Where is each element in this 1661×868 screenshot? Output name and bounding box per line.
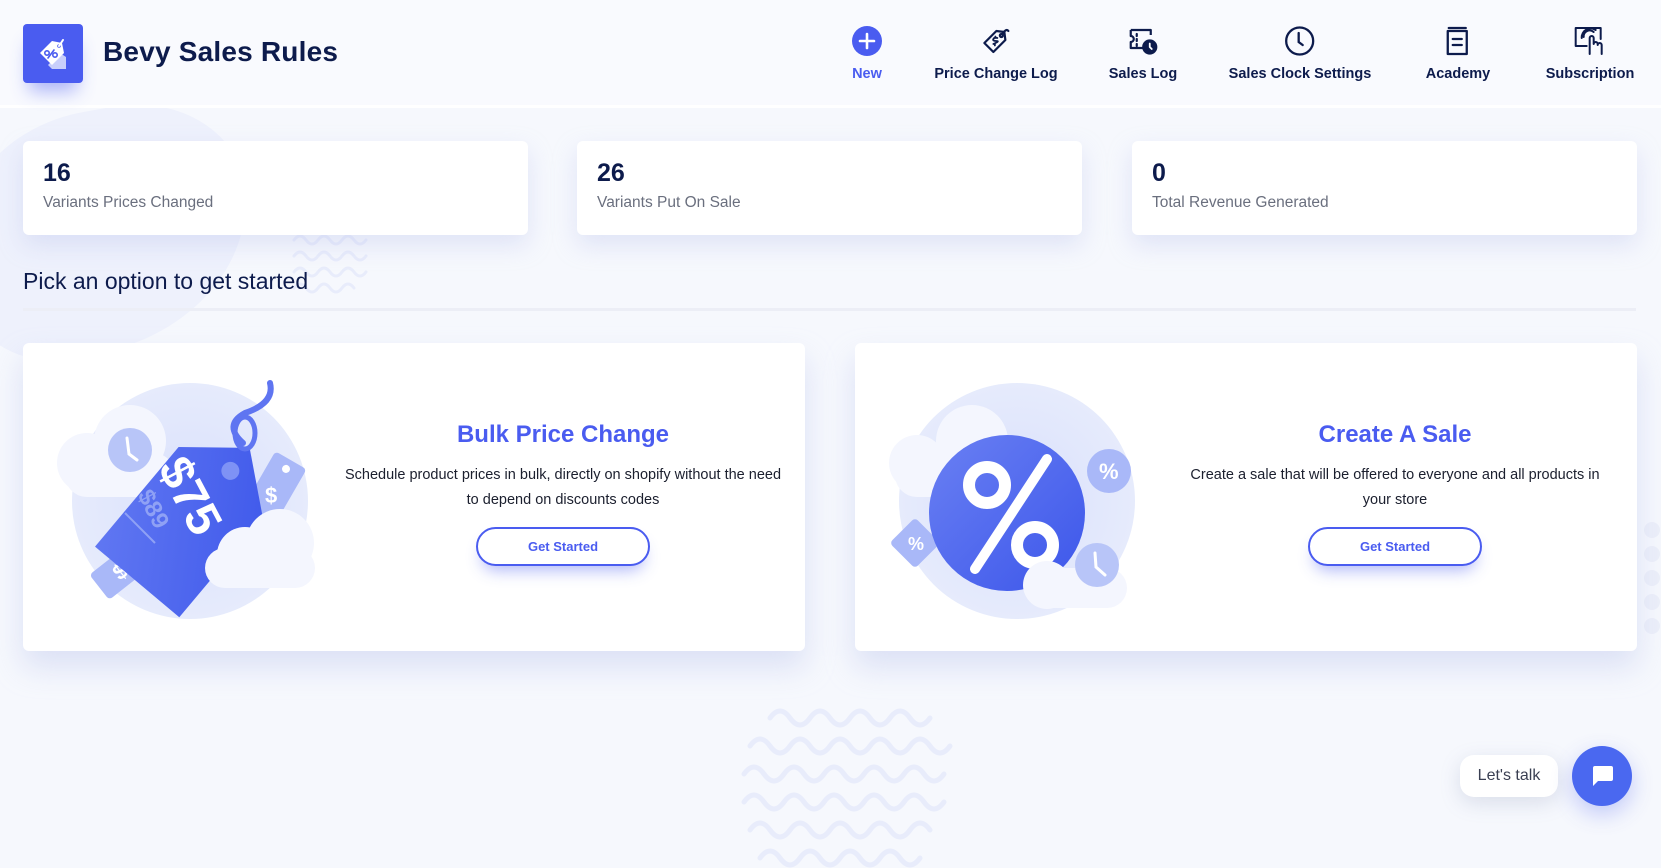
nav-price-change-log[interactable]: Price Change Log — [934, 24, 1058, 82]
option-body: Bulk Price Change Schedule product price… — [343, 421, 783, 566]
nav-label: New — [852, 66, 882, 82]
nav-label: Sales Log — [1108, 66, 1178, 82]
chat-bubble-icon — [1593, 766, 1613, 786]
chat-button[interactable] — [1572, 746, 1632, 806]
background-dots-right — [1644, 522, 1660, 634]
touch-screen-icon — [1573, 24, 1607, 58]
create-a-sale-get-started-button[interactable]: Get Started — [1308, 527, 1482, 566]
section-divider — [23, 308, 1636, 311]
stat-value: 26 — [597, 159, 625, 187]
clock-icon — [1283, 24, 1317, 58]
background-waves — [741, 708, 953, 868]
price-tag-dollar-icon — [979, 24, 1013, 58]
option-body: Create A Sale Create a sale that will be… — [1175, 421, 1615, 566]
stat-value: 0 — [1152, 159, 1166, 187]
stat-label: Variants Put On Sale — [597, 193, 741, 211]
stat-card-total-revenue: 0 Total Revenue Generated — [1132, 141, 1637, 235]
percent-illustration: % % — [889, 383, 1135, 619]
ticket-clock-icon — [1126, 24, 1160, 58]
option-card-create-a-sale: % % Create A Sale Create a sale that wil… — [855, 343, 1637, 651]
price-tag-illustration: $ $ $75 $89 — [57, 380, 315, 619]
svg-text:$: $ — [265, 483, 277, 508]
nav-label: Price Change Log — [934, 66, 1058, 82]
app-header: Bevy Sales Rules New Price Change Log Sa… — [0, 0, 1661, 108]
option-card-bulk-price-change: $ $ $75 $89 Bulk Price Change Schedule p… — [23, 343, 805, 651]
svg-text:%: % — [1099, 459, 1119, 484]
option-title: Create A Sale — [1318, 421, 1472, 448]
stat-label: Variants Prices Changed — [43, 193, 214, 211]
nav-label: Sales Clock Settings — [1228, 66, 1372, 82]
stat-label: Total Revenue Generated — [1152, 193, 1329, 211]
book-icon — [1441, 24, 1475, 58]
lets-talk-label[interactable]: Let's talk — [1460, 755, 1558, 797]
nav-label: Academy — [1425, 66, 1491, 82]
nav-label: Subscription — [1545, 66, 1635, 82]
stat-value: 16 — [43, 159, 71, 187]
app-logo[interactable] — [23, 24, 83, 83]
percent-tag-icon — [40, 38, 66, 69]
nav-sales-log[interactable]: Sales Log — [1108, 24, 1178, 82]
plus-circle-icon — [850, 24, 884, 58]
nav-sales-clock-settings[interactable]: Sales Clock Settings — [1228, 24, 1372, 82]
option-description: Schedule product prices in bulk, directl… — [344, 467, 782, 508]
svg-text:%: % — [908, 534, 924, 554]
option-description: Create a sale that will be offered to ev… — [1190, 467, 1600, 508]
option-title: Bulk Price Change — [456, 421, 670, 448]
nav-academy[interactable]: Academy — [1426, 24, 1490, 82]
bulk-price-change-get-started-button[interactable]: Get Started — [476, 527, 650, 566]
app-title: Bevy Sales Rules — [103, 36, 339, 67]
nav-new[interactable]: New — [850, 24, 884, 82]
stat-card-variants-prices-changed: 16 Variants Prices Changed — [23, 141, 528, 235]
nav-subscription[interactable]: Subscription — [1545, 24, 1635, 82]
stat-card-variants-put-on-sale: 26 Variants Put On Sale — [577, 141, 1082, 235]
section-title: Pick an option to get started — [23, 268, 309, 294]
